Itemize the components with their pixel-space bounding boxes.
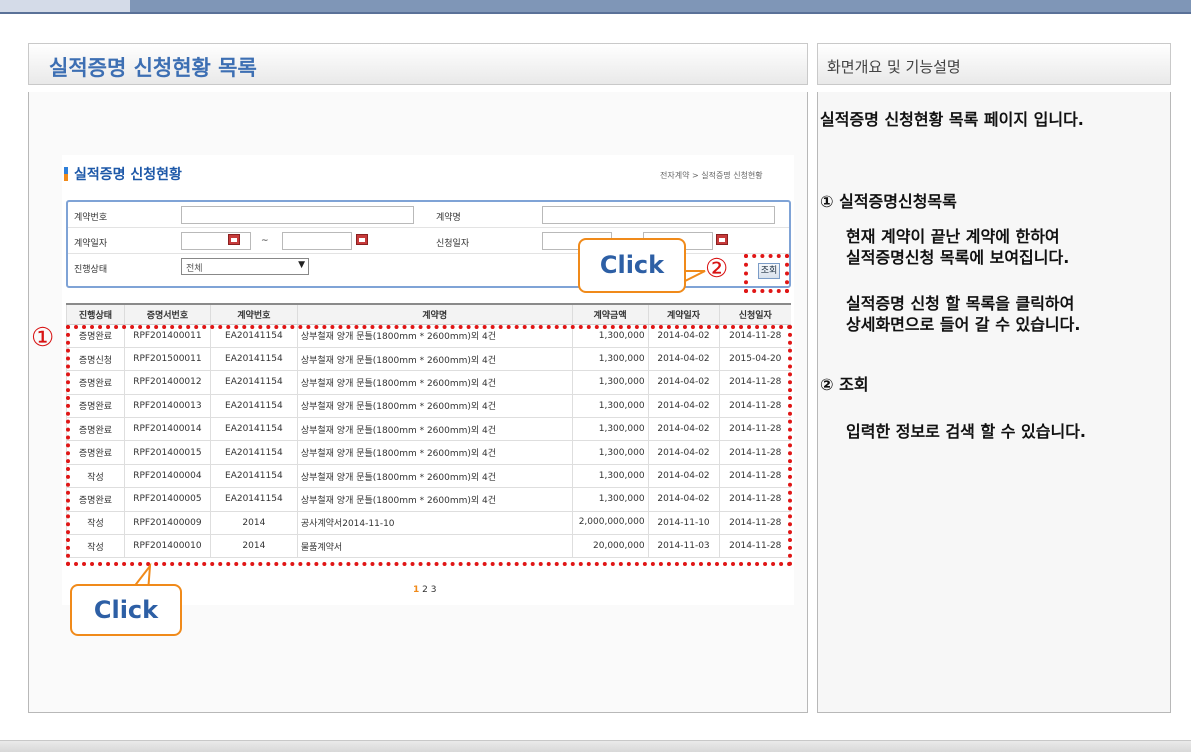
pagination: 1 2 3 bbox=[413, 585, 436, 595]
calendar-icon[interactable] bbox=[716, 234, 728, 245]
column-header: 계약금액 bbox=[571, 303, 649, 325]
page-links[interactable]: 2 3 bbox=[422, 585, 436, 595]
section-1-line-4: 상세화면으로 들어 갈 수 있습니다. bbox=[846, 315, 1081, 334]
contract-date-to-input[interactable] bbox=[282, 232, 352, 250]
description-title-bar: 화면개요 및 기능설명 bbox=[817, 43, 1171, 85]
column-header: 계약번호 bbox=[209, 303, 298, 325]
description-intro: 실적증명 신청현황 목록 페이지 입니다. bbox=[820, 110, 1084, 129]
section-1-line-1: 현재 계약이 끝난 계약에 한하여 bbox=[846, 227, 1060, 246]
description-title: 화면개요 및 기능설명 bbox=[827, 58, 961, 76]
calendar-icon[interactable] bbox=[228, 234, 240, 245]
search-highlight-box bbox=[744, 254, 789, 293]
section-2-line-1: 입력한 정보로 검색 할 수 있습니다. bbox=[846, 422, 1087, 441]
chevron-down-icon: ▼ bbox=[298, 260, 305, 270]
column-header: 계약명 bbox=[296, 303, 573, 325]
page-current[interactable]: 1 bbox=[413, 585, 419, 595]
status-select[interactable]: 전체 ▼ bbox=[181, 258, 309, 275]
column-header: 증명서번호 bbox=[123, 303, 211, 325]
marker-1: ① bbox=[31, 323, 55, 353]
section-1-line-2: 실적증명신청 목록에 보여집니다. bbox=[846, 248, 1070, 267]
date-range-separator: ~ bbox=[261, 236, 269, 246]
section-1-line-3: 실적증명 신청 할 목록을 클릭하여 bbox=[846, 294, 1075, 313]
section-1-title: ① 실적증명신청목록 bbox=[820, 192, 957, 211]
screen-title: 실적증명 신청현황 bbox=[64, 164, 182, 184]
contract-date-from-input[interactable] bbox=[181, 232, 251, 250]
click-callout-list: Click bbox=[70, 584, 182, 636]
contract-date-label: 계약일자 bbox=[74, 239, 108, 249]
request-date-label: 신청일자 bbox=[436, 239, 470, 249]
search-row-1: 계약번호 계약명 bbox=[68, 202, 789, 228]
table-header-row: 진행상태 증명서번호 계약번호 계약명 계약금액 계약일자 신청일자 bbox=[66, 303, 791, 325]
click-callout-search: Click bbox=[578, 238, 686, 293]
title-bar-icon bbox=[64, 167, 68, 181]
status-label: 진행상태 bbox=[74, 265, 108, 275]
contract-no-label: 계약번호 bbox=[74, 213, 108, 223]
column-header: 진행상태 bbox=[66, 303, 125, 325]
page-title-bar: 실적증명 신청현황 목록 bbox=[28, 43, 808, 85]
description-panel bbox=[817, 92, 1171, 713]
contract-no-input[interactable] bbox=[181, 206, 414, 224]
bottom-bar bbox=[0, 740, 1191, 752]
contract-name-input[interactable] bbox=[542, 206, 775, 224]
list-highlight-box bbox=[66, 325, 792, 566]
contract-name-label: 계약명 bbox=[436, 213, 461, 223]
page-title: 실적증명 신청현황 목록 bbox=[49, 56, 257, 80]
calendar-icon[interactable] bbox=[356, 234, 368, 245]
top-banner bbox=[0, 0, 1191, 14]
column-header: 계약일자 bbox=[647, 303, 719, 325]
breadcrumb: 전자계약 > 실적증명 신청현황 bbox=[660, 171, 763, 180]
column-header: 신청일자 bbox=[718, 303, 791, 325]
section-2-title: ② 조회 bbox=[820, 375, 869, 394]
